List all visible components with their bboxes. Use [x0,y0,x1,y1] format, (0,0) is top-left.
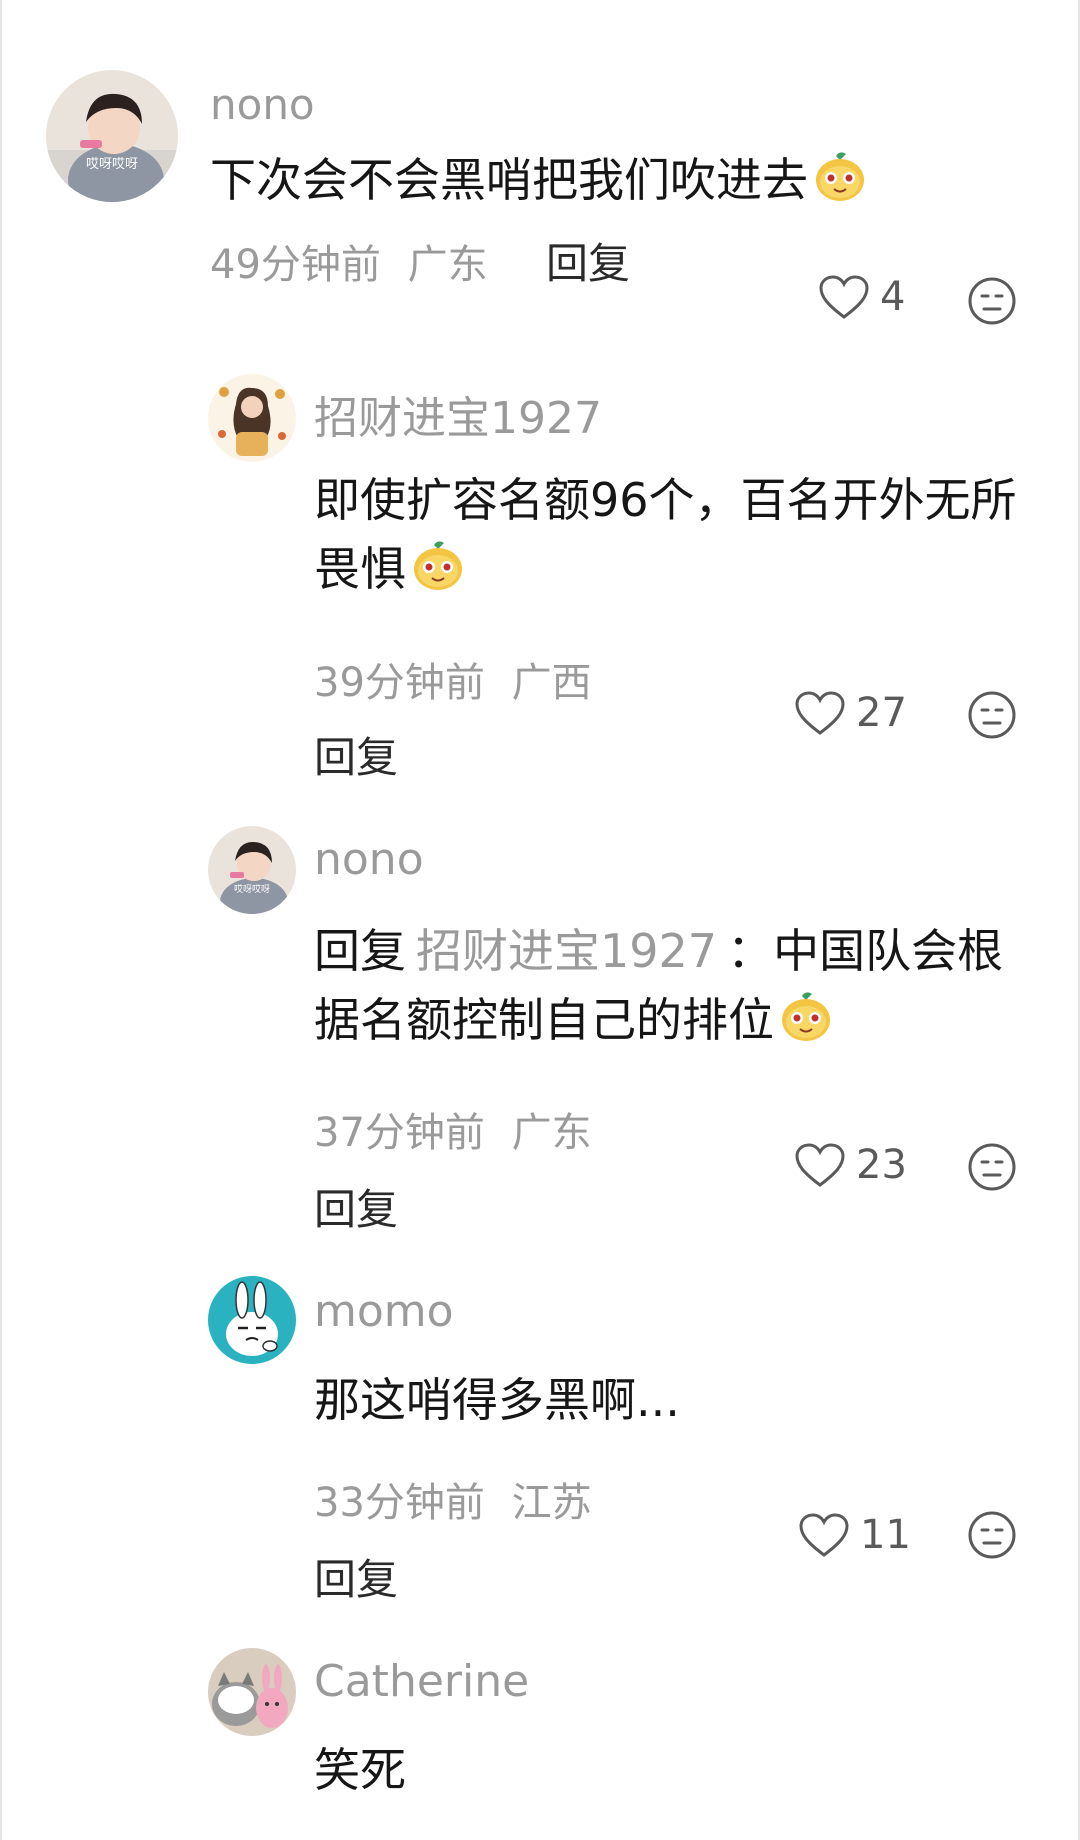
comment-location: 广西 [511,660,592,706]
comment-text: 那这哨得多黑啊... [314,1366,1044,1435]
comment-text-content: 笑死 [314,1743,406,1797]
pumpkin-emoji-icon [782,992,830,1041]
reply-prefix: 回复 [314,924,406,978]
comment-username[interactable]: nono [314,834,424,885]
comment-time: 39分钟前 [314,660,485,706]
mention-link[interactable]: 招财进宝1927 [416,924,717,978]
avatar[interactable] [208,1276,296,1364]
comment-list: 哎呀哎呀 nono 下次会不会黑哨把我们吹进去 49分钟前 广东 回复 4 招财… [0,0,1080,1840]
pumpkin-emoji-icon [414,541,462,590]
comment-text-content: 那这哨得多黑啊... [314,1373,680,1427]
avatar[interactable]: 哎呀哎呀 [208,826,296,914]
comment-meta: 39分钟前 广西 [314,650,592,708]
pumpkin-emoji-icon [816,152,864,201]
comment-meta: 33分钟前 江苏 [314,1470,592,1528]
comment-text: 下次会不会黑哨把我们吹进去 [210,146,868,215]
comment-location: 广东 [511,1110,592,1156]
comment-username[interactable]: Catherine [314,1656,529,1707]
like-button[interactable]: 11 [798,1512,911,1558]
dislike-face-icon[interactable] [967,690,1017,740]
heart-icon [799,1513,849,1557]
avatar[interactable] [208,374,296,462]
like-count: 4 [880,274,906,320]
reply-button[interactable]: 回复 [546,230,630,291]
comment-text: 笑死 [314,1736,1044,1805]
like-button[interactable]: 23 [794,1142,907,1188]
dislike-face-icon[interactable] [967,1142,1017,1192]
like-count: 23 [856,1142,907,1188]
comment-meta: 37分钟前 广东 [314,1100,592,1158]
comment-text: 回复 招财进宝1927 ：中国队会根据名额控制自己的排位 [314,917,1044,1055]
heart-icon [795,691,845,735]
like-button[interactable]: 27 [794,690,907,736]
dislike-face-icon[interactable] [967,1510,1017,1560]
like-count: 11 [860,1512,911,1558]
avatar-caption: 哎呀哎呀 [234,884,270,895]
avatar[interactable] [208,1648,296,1736]
comment-time: 33分钟前 [314,1480,485,1526]
dislike-face-icon[interactable] [967,276,1017,326]
comment-username[interactable]: momo [314,1286,454,1337]
comment-time: 49分钟前 [210,242,381,288]
comment-text-content: 下次会不会黑哨把我们吹进去 [210,153,808,207]
comment-location: 江苏 [511,1480,592,1526]
reply-button[interactable]: 回复 [314,1176,398,1237]
like-count: 27 [856,690,907,736]
heart-icon [795,1143,845,1187]
comment-username[interactable]: 招财进宝1927 [314,382,602,446]
comment-meta: 49分钟前 广东 [210,232,488,290]
comment-time: 37分钟前 [314,1110,485,1156]
reply-button[interactable]: 回复 [314,1546,398,1607]
like-button[interactable]: 4 [818,274,905,320]
avatar-caption: 哎呀哎呀 [86,157,138,172]
comment-text: 即使扩容名额96个，百名开外无所畏惧 [314,466,1044,604]
comment-location: 广东 [407,242,488,288]
comment-username[interactable]: nono [210,80,315,129]
avatar[interactable]: 哎呀哎呀 [46,70,178,202]
heart-icon [819,275,869,319]
reply-button[interactable]: 回复 [314,724,398,785]
